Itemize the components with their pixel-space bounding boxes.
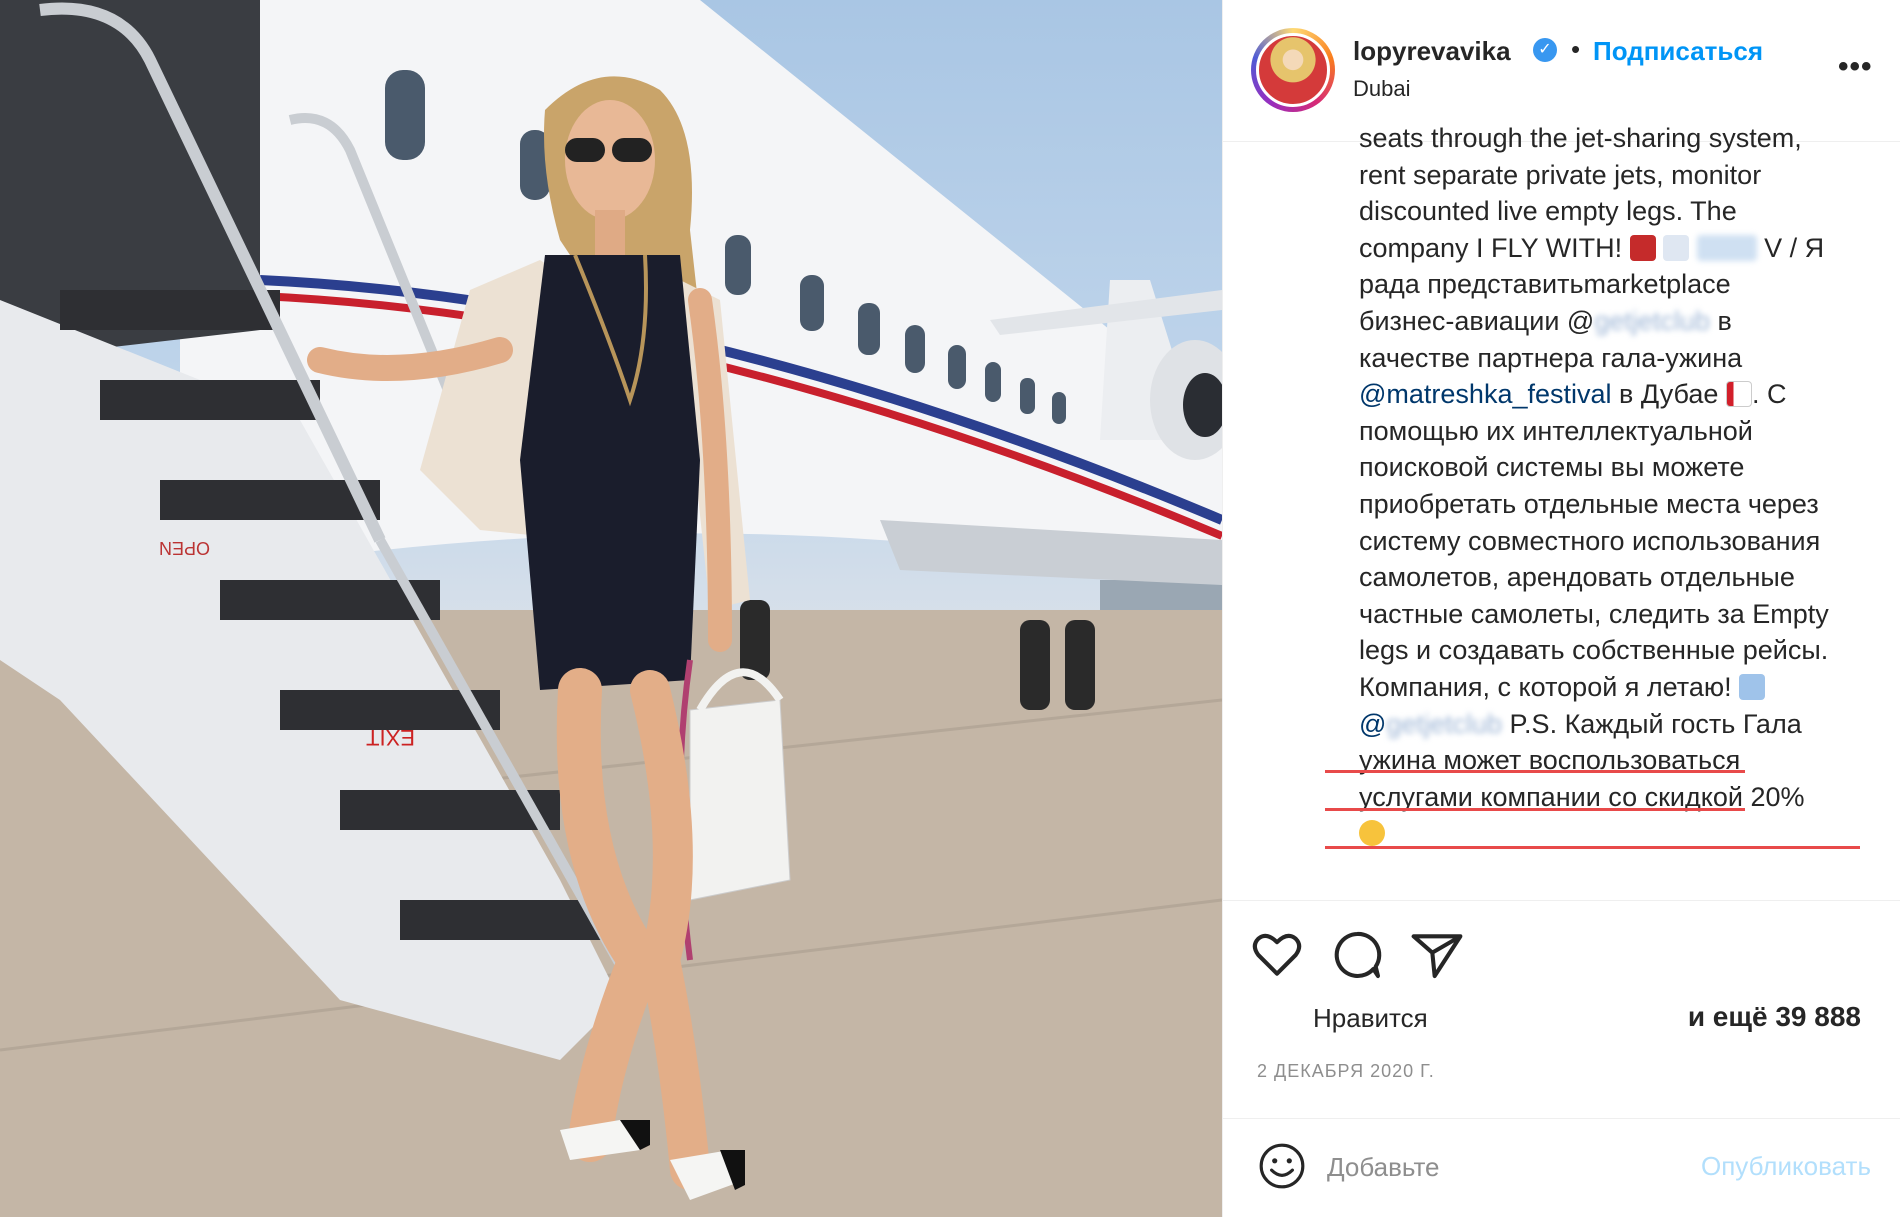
caption-line: company I FLY WITH! V / Я	[1359, 232, 1825, 263]
mention-at-sign[interactable]: @	[1359, 709, 1386, 739]
wink-emoji-icon	[1359, 820, 1385, 847]
caption-line: помощью их интеллектуальной	[1359, 415, 1753, 446]
svg-text:OPEN: OPEN	[159, 538, 210, 558]
comment-bar: Опубликовать	[1223, 1118, 1900, 1217]
blurred-mention-link[interactable]: getjetclub	[1386, 709, 1502, 739]
dancer-emoji-icon	[1629, 234, 1656, 261]
avatar-story-ring[interactable]	[1251, 28, 1335, 112]
caption-line: @getjetclub P.S. Каждый гость Гала	[1359, 708, 1802, 739]
caption-line: @matreshka_festival в Дубае . С	[1359, 379, 1787, 410]
caption-line: legs и создавать собственные рейсы.	[1359, 635, 1829, 666]
caption-line: приобретать отдельные места через	[1359, 488, 1819, 519]
caption-line: Компания, с которой я летаю!	[1359, 669, 1879, 706]
more-options-icon[interactable]: •••	[1838, 50, 1873, 84]
photo-illustration: OPEN EXIT	[0, 0, 1222, 1217]
comment-input[interactable]	[1327, 1145, 1687, 1189]
post-date[interactable]: 2 ДЕКАБРЯ 2020 Г.	[1257, 1061, 1435, 1082]
caption-line: rent separate private jets, monitor	[1359, 159, 1762, 190]
location-link[interactable]: Dubai	[1353, 76, 1410, 102]
caption-line: самолетов, арендовать отдельные	[1359, 562, 1795, 593]
uae-flag-emoji-icon	[1725, 381, 1752, 408]
caption-line: seats through the jet-sharing system,	[1359, 123, 1802, 153]
smiley-icon[interactable]	[1257, 1141, 1307, 1191]
caption-line: discounted live empty legs. The	[1359, 196, 1737, 227]
publish-button[interactable]: Опубликовать	[1701, 1151, 1871, 1182]
follow-button[interactable]: Подписаться	[1593, 36, 1763, 67]
caption-line: ужина может воспользоваться	[1359, 745, 1741, 776]
likes-label[interactable]: Нравится	[1313, 1003, 1428, 1034]
share-icon[interactable]	[1409, 927, 1465, 983]
post-caption: seats through the jet-sharing system, re…	[1359, 120, 1879, 900]
caption-line: бизнес-авиации @getjetclub в	[1359, 305, 1732, 336]
red-underline	[1325, 808, 1745, 811]
comment-icon[interactable]	[1329, 927, 1385, 983]
separator-dot: •	[1571, 34, 1581, 64]
red-underline	[1325, 846, 1860, 849]
username-link[interactable]: lopyrevavika	[1353, 36, 1511, 67]
blurred-mention-link[interactable]: getjetclub	[1594, 306, 1710, 336]
red-underline	[1325, 770, 1745, 773]
caption-line: рада представитьmarketplace	[1359, 269, 1731, 300]
avatar[interactable]	[1256, 33, 1330, 107]
post-photo[interactable]: OPEN EXIT	[0, 0, 1222, 1217]
svg-text:EXIT: EXIT	[366, 725, 415, 750]
airplane-emoji-icon	[1739, 673, 1766, 700]
heart-icon[interactable]	[1249, 927, 1305, 983]
likes-count[interactable]: и ещё 39 888	[1688, 1001, 1861, 1033]
caption-line: качестве партнера гала-ужина	[1359, 342, 1743, 373]
airplane-emoji-icon	[1663, 234, 1690, 261]
blurred-emoji-icon	[1696, 234, 1757, 261]
verified-badge-icon: ✓	[1533, 38, 1557, 62]
caption-line: частные самолеты, следить за Empty	[1359, 598, 1829, 629]
caption-line: поисковой системы вы можете	[1359, 452, 1745, 483]
mention-link[interactable]: @matreshka_festival	[1359, 379, 1612, 409]
post-side-panel: lopyrevavika ✓ • Подписаться Dubai ••• s…	[1222, 0, 1900, 1217]
caption-line: систему совместного использования	[1359, 525, 1821, 556]
